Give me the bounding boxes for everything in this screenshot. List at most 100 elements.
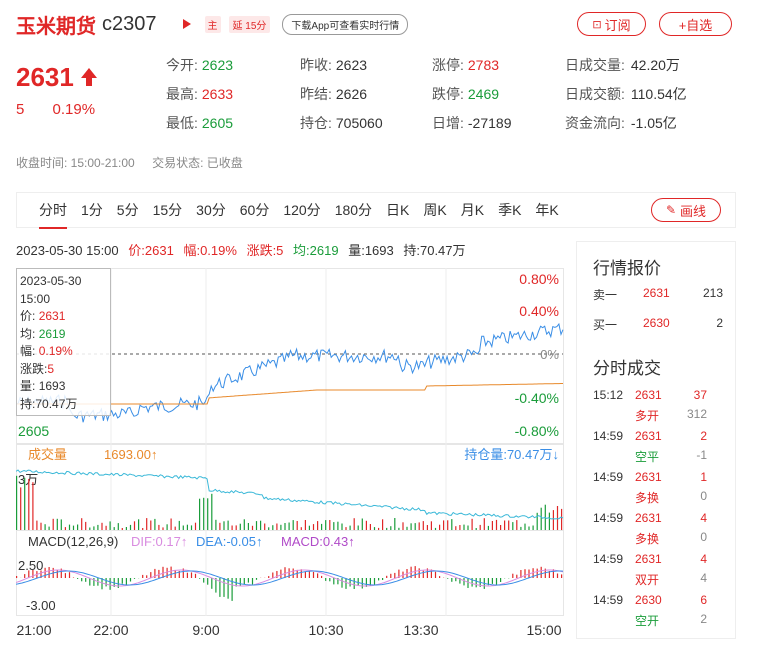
volume-bar [64, 527, 66, 530]
volume-bar [495, 519, 498, 530]
tab-3[interactable]: 15分 [153, 192, 183, 228]
volume-bar [174, 526, 176, 530]
tab-6[interactable]: 120分 [283, 192, 320, 228]
macd-bar [495, 578, 498, 585]
stat-label: 涨停: [432, 57, 464, 73]
volume-bar [68, 524, 71, 530]
trade-hold: 312 [686, 407, 707, 421]
macd-bar [48, 567, 50, 578]
tab-7[interactable]: 180分 [335, 192, 372, 228]
macd-bar [463, 578, 465, 586]
volume-bar [178, 520, 180, 530]
trade-type: 空开 [635, 614, 660, 628]
price-low-label: 2605 [18, 423, 49, 439]
pct-top: 0.80% [519, 271, 559, 287]
macd-label: MACD(12,26,9) [28, 534, 118, 549]
volume-bar [382, 519, 384, 530]
subscribe-button[interactable]: ⊡ 订阅 [577, 12, 646, 36]
tab-4[interactable]: 30分 [196, 192, 226, 228]
quote-panel-title: 行情报价 [593, 259, 661, 278]
volume-bar [280, 524, 282, 530]
volume-bar [93, 526, 95, 530]
volume-bar [345, 527, 347, 530]
x-tick-2: 9:00 [192, 622, 219, 638]
volume-bar [207, 498, 209, 530]
volume-bar [89, 527, 91, 530]
trade-hold: 2 [700, 612, 707, 626]
tab-1[interactable]: 1分 [81, 192, 103, 228]
macd-bar [186, 572, 188, 578]
macd-bar [439, 576, 441, 578]
volume-bar [398, 527, 400, 530]
volume-bar [72, 525, 75, 530]
volume-bar [475, 528, 477, 530]
volume-bar [20, 487, 22, 530]
macd-bar [247, 578, 249, 583]
trade-type: 多换 [635, 532, 660, 546]
volume-bar [524, 523, 526, 530]
volume-bar [44, 524, 46, 530]
stat-2: 最低: 2605 [166, 113, 233, 133]
macd-bar [81, 578, 83, 582]
volume-bar [272, 525, 274, 530]
volume-bar [182, 525, 184, 530]
macd-bar [16, 576, 18, 578]
tab-8[interactable]: 日K [386, 192, 409, 228]
macd-bar [174, 570, 176, 578]
draw-line-label: 画线 [680, 203, 707, 219]
tab-list: 分时 1分 5分 15分 30分 60分 120分 180分 日K 周K 月K 季K 年K [39, 192, 573, 229]
volume-bar [329, 520, 331, 530]
tip-time: 15:00 [20, 291, 51, 306]
volume-bar [125, 527, 127, 530]
volume-bar [247, 523, 249, 530]
open-interest-line [16, 469, 564, 520]
add-watchlist-button[interactable]: +自选 [659, 12, 732, 36]
stat-label: 昨收: [300, 57, 332, 73]
macd-bar [268, 576, 270, 578]
tab-5[interactable]: 60分 [240, 192, 270, 228]
page-title: 玉米期货 [16, 15, 96, 38]
pct-2: 0.40% [519, 303, 559, 319]
dea-label: DEA:-0.05↑ [196, 534, 262, 549]
macd-bar [325, 578, 327, 581]
volume-bar [386, 527, 388, 530]
macd-bar [129, 578, 132, 582]
macd-bar [85, 578, 87, 582]
volume-bar [512, 522, 514, 530]
macd-bar [333, 578, 335, 585]
tab-12[interactable]: 年K [535, 192, 558, 228]
volume-bar [459, 525, 461, 530]
macd-bar [329, 578, 331, 582]
volume-bar [215, 519, 217, 530]
tab-11[interactable]: 季K [498, 192, 521, 228]
macd-bar [390, 573, 392, 578]
macd-bar [524, 569, 526, 578]
info-bar: 2023-05-30 15:00 价:2631 幅:0.19% 涨跌:5 均:2… [16, 240, 472, 259]
volume-bar [406, 526, 408, 530]
info-vol: 量:1693 [348, 243, 394, 258]
play-icon[interactable] [182, 19, 191, 29]
macd-bar [447, 578, 449, 579]
draw-line-button[interactable]: ✎ 画线 [651, 198, 721, 222]
volume-bar [447, 520, 449, 530]
stat-label: 最高: [166, 86, 198, 102]
tab-10[interactable]: 月K [461, 192, 484, 228]
tab-2[interactable]: 5分 [117, 192, 139, 228]
stat-value: 2633 [201, 86, 234, 102]
app-download-link[interactable]: 下载App可查看实时行情 [282, 13, 409, 35]
volume-bar [483, 518, 485, 530]
tab-9[interactable]: 周K [423, 192, 446, 228]
volume-bar [150, 520, 152, 530]
hold-label: 持仓量:70.47万↓ [464, 447, 559, 462]
volume-bar [32, 482, 34, 530]
macd-bar [422, 570, 424, 578]
status-line: 收盘时间: 15:00-21:00 交易状态: 已收盘 [16, 154, 243, 171]
volume-bar [121, 528, 123, 530]
tip-hold: 持:70.47万 [20, 396, 78, 411]
volume-bar [251, 525, 254, 530]
volume-bar [211, 493, 213, 530]
tab-0[interactable]: 分时 [39, 192, 67, 229]
info-time: 2023-05-30 15:00 [16, 243, 119, 258]
tip-amp: 幅: 0.19% [20, 344, 73, 358]
volume-bar [430, 521, 432, 530]
